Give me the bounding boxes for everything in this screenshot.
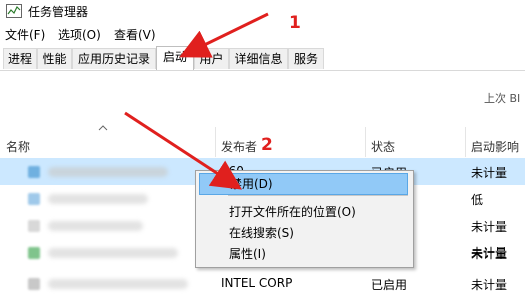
arrow-to-startup-tab-icon <box>179 12 269 58</box>
step-number-2: 2 <box>261 135 273 155</box>
step-number-1: 1 <box>289 13 301 33</box>
arrow-to-disable-icon <box>124 111 243 190</box>
